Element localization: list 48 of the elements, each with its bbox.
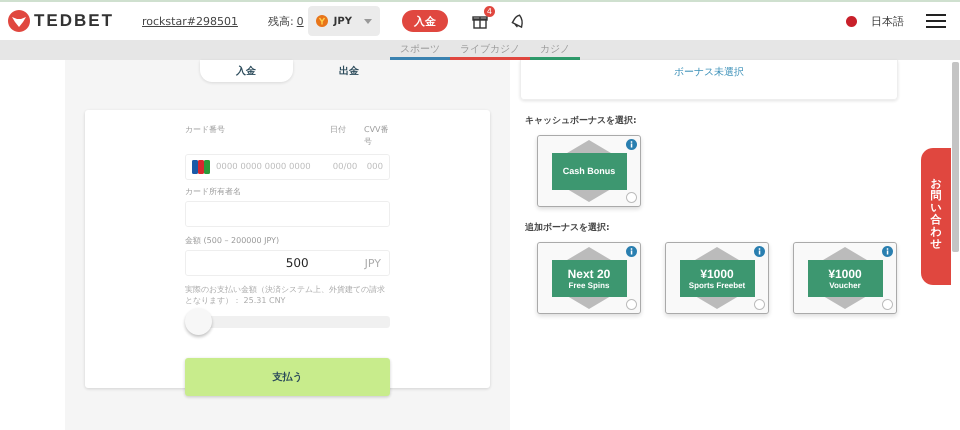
bonus-card[interactable]: Next 20 Free Spins [537,242,641,314]
caret-icon [364,18,372,24]
notification-badge: 4 [484,6,495,17]
info-icon[interactable] [754,246,765,257]
radio-button[interactable] [882,299,893,310]
bonus-card[interactable]: ¥1000 Voucher [793,242,897,314]
slider-thumb[interactable] [185,308,212,336]
info-icon[interactable] [626,246,637,257]
balance-label: 残高: [268,14,294,28]
bell-icon[interactable] [510,13,526,29]
menu-icon[interactable] [926,13,946,29]
radio-button[interactable] [626,192,637,203]
card-logo-icon [192,160,210,174]
contact-tab[interactable]: お問い合わせ [921,148,951,285]
radio-button[interactable] [754,299,765,310]
nav-tab[interactable]: カジノ [530,40,580,60]
deposit-button[interactable]: 入金 [402,10,448,32]
date-label: 日付 [330,124,347,136]
bonus-card[interactable]: ¥1000 Sports Freebet [665,242,769,314]
language-selector[interactable]: 日本語 [871,14,904,28]
section-heading: 追加ボーナスを選択: [525,221,611,234]
coin-icon [316,15,328,27]
amount-field[interactable]: 500 JPY [185,250,390,276]
info-icon[interactable] [626,139,637,150]
mode-tab[interactable]: 出金 [302,60,396,82]
pay-button[interactable]: 支払う [185,358,390,396]
section-heading: キャッシュボーナスを選択: [525,114,638,127]
bonus-label: ¥1000 Sports Freebet [680,260,754,296]
balance-link[interactable]: 0 [296,14,304,28]
amount-label: 金額 (500 – 200000 JPY) [185,235,280,246]
japan-flag-icon [846,16,857,26]
bonus-card[interactable]: Cash Bonus [537,135,641,207]
bonus-label: Next 20 Free Spins [552,260,626,296]
mode-tab[interactable]: 入金 [200,60,292,82]
payment-note: 実際のお支払い金額（決済システム上、外貨建ての請求となります）： 25.31 CNY [185,284,386,306]
bonus-label: Cash Bonus [552,152,626,190]
bonus-status: ボーナス未選択 [520,60,898,100]
card-number-label: カード番号 [185,124,226,136]
currency-select[interactable]: JPY [308,6,380,36]
username-link[interactable]: rockstar#298501 [142,14,238,28]
logo-text: TEDBET [34,11,114,31]
holder-label: カード所有者名 [185,186,242,197]
info-icon[interactable] [882,246,893,257]
scrollbar[interactable] [952,62,959,252]
bull-logo-icon [8,10,30,32]
bonus-label: ¥1000 Voucher [808,260,882,296]
cvv-label: CVV番号 [364,124,390,148]
radio-button[interactable] [626,299,637,310]
